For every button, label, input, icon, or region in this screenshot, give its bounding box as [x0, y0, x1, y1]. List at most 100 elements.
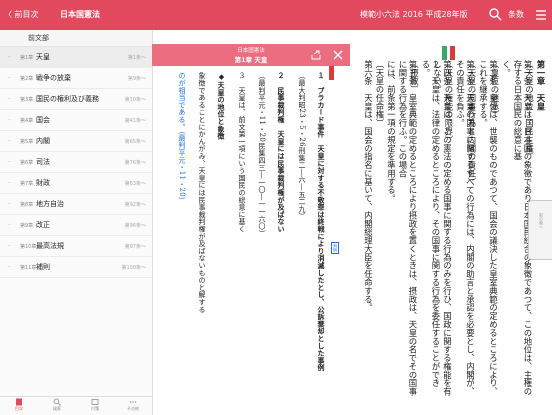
search-icon [53, 398, 61, 406]
sidebar-title: 日本国憲法 [60, 10, 100, 19]
statute-line: ２ 天皇は、法律の定めるところにより、その国事に関する行為を委任することができる… [421, 60, 441, 388]
popup-line[interactable]: のが相当である。（最判平元・11・20） [177, 72, 186, 400]
toc-chapter-name: 国会 [36, 116, 50, 124]
toc-item[interactable]: – 第4章 国会 第41条〜 [0, 110, 152, 131]
dash-icon: – [8, 137, 11, 144]
toc-article-range: 第41条〜 [124, 118, 146, 124]
toc-item[interactable]: – 第7章 財政 第83条〜 [0, 173, 152, 194]
toc-chapter-number: 第9章 [20, 223, 34, 229]
sidebar-header: 〈 前目次 日本国憲法 [0, 0, 152, 30]
book-icon [16, 398, 22, 406]
sticky-note-icon [91, 399, 99, 405]
toc-chapter-name: 戦争の放棄 [36, 74, 71, 82]
main-header: 模範小六法 2016 平成28年版 条数 [152, 0, 552, 30]
toc-article-range: 第65条〜 [124, 139, 146, 145]
popup-line: （最大判昭23・5・26刑集二―六―五二九） [298, 72, 306, 220]
toc-chapter-name: 国民の権利及び義務 [36, 95, 99, 103]
toc-article-range: 第83条〜 [124, 181, 146, 187]
toc-article-range: 第97条〜 [124, 244, 146, 250]
expand-icon[interactable] [310, 49, 322, 61]
toc-chapter-number: 第6章 [20, 160, 34, 166]
popup-line: ３ 天皇は、前文第一項にいう国民の総意に基く [238, 72, 246, 233]
dash-icon: – [8, 158, 11, 165]
toc-chapter-name: 最高法規 [36, 242, 64, 250]
popup-header: 日本国憲法 第1章 天皇 [152, 44, 350, 66]
statute-line: 第三条 天皇の国事に関するすべての行為には、内閣の助言と承認を必要とし、内閣が、… [455, 60, 476, 396]
article-number-button[interactable]: 条数 [508, 9, 524, 20]
toc-chapter-number: 第4章 [20, 118, 34, 124]
menu-list-icon[interactable] [534, 8, 548, 22]
toc-chapter-name: 改正 [36, 221, 50, 229]
toc-item[interactable]: – 第5章 内閣 第65条〜 [0, 131, 152, 152]
popup-line: ２ 民事裁判権 天皇には民事裁判権が及ばない [277, 72, 286, 233]
dash-icon: – [8, 179, 11, 186]
popup-line: ◆天皇の地位と象徴 [217, 72, 226, 140]
toc-article-range: 第92条〜 [124, 202, 146, 208]
statute-line: には、前条第一項の規定を準用する。 [386, 60, 397, 203]
toc-chapter-name: 補則 [36, 263, 50, 271]
dash-icon: – [8, 242, 11, 249]
green-bookmark-flag[interactable] [442, 46, 447, 60]
toc-chapter-name: 司法 [36, 158, 50, 166]
toc-chapter-number: 第3章 [20, 97, 34, 103]
toc-article-range: 第96条〜 [124, 223, 146, 229]
tab-toc[interactable]: 目次 [0, 398, 38, 412]
more-icon [129, 401, 137, 403]
bottom-tab-bar: 目次 検索 付箋 その他 [0, 396, 153, 415]
popup-line: （最判平元・11・20民集四三―一〇―一一六〇） [258, 72, 266, 238]
table-of-contents: 前文部 – 第1章 天皇 第1条〜 – 第2章 戦争の放棄 第9条〜 – 第3章 国民の権利及び義務… [0, 30, 153, 396]
toc-item[interactable]: – 第3章 国民の権利及び義務 第10条〜 [0, 89, 152, 110]
toc-chapter-number: 第10章 [20, 244, 37, 250]
toc-item[interactable]: – 第6章 司法 第76条〜 [0, 152, 152, 173]
dash-icon: – [8, 53, 11, 60]
toc-item[interactable]: – 第9章 改正 第96条〜 [0, 215, 152, 236]
toc-list: – 第1章 天皇 第1条〜 – 第2章 戦争の放棄 第9条〜 – 第3章 国民の権利及び義務 第10条… [0, 47, 152, 278]
toc-article-range: 第76条〜 [124, 160, 146, 166]
dash-icon: – [8, 221, 11, 228]
toc-item[interactable]: – 第11章 補則 第100条〜 [0, 257, 152, 278]
toc-chapter-name: 天皇 [36, 53, 50, 61]
precedent-popup: 判例 １ プラカード事件 天皇に対する不敬罪は終戦により消滅したとし、公訴棄却と… [152, 66, 352, 414]
book-title: 模範小六法 2016 平成28年版 [360, 10, 468, 19]
red-bookmark-flag[interactable] [450, 46, 455, 60]
bookmark-flag[interactable] [329, 66, 334, 80]
toc-item[interactable]: – 第8章 地方自治 第92条〜 [0, 194, 152, 215]
dash-icon: – [8, 74, 11, 81]
back-button[interactable]: 〈 前目次 [4, 9, 39, 20]
toc-article-range: 第9条〜 [127, 76, 146, 82]
tab-search[interactable]: 検索 [38, 398, 76, 412]
close-icon[interactable] [332, 49, 344, 61]
toc-article-range: 第1条〜 [127, 55, 146, 61]
statute-line: 第五条 皇室典範の定めるところにより摂政を置くときは、摂政は、天皇の名でその国事… [398, 60, 418, 396]
toc-item[interactable]: – 第1章 天皇 第1条〜 [0, 47, 152, 68]
statute-line: 第六条 天皇は、国会の指名に基いて、内閣総理大臣を任命する。 [363, 60, 374, 312]
tag-label[interactable]: 判例 [331, 242, 339, 254]
toc-preamble[interactable]: 前文部 [0, 30, 152, 47]
toc-chapter-number: 第8章 [20, 202, 34, 208]
toc-chapter-name: 内閣 [36, 137, 50, 145]
toc-chapter-name: 財政 [36, 179, 50, 187]
statute-line: 第二条 皇位は、世襲のものであつて、国会の議決した皇室典範の定めるところにより、… [478, 60, 499, 396]
statute-page: 第一章 天皇 〔天皇の地位・国民主権〕 第一条 天皇は、日本国の象徴であり日本国民統… [350, 30, 552, 414]
toc-chapter-number: 第1章 [20, 55, 34, 61]
toc-chapter-number: 第2章 [20, 76, 34, 82]
dash-icon: – [8, 95, 11, 102]
toc-item[interactable]: – 第10章 最高法規 第97条〜 [0, 236, 152, 257]
popup-line: 象徴であることにかんがみ、天皇には民事裁判権が及ばないものと解する [198, 72, 206, 313]
prev-chapter-tab[interactable]: 前の章へ [528, 200, 552, 260]
statute-line: く。 [501, 60, 512, 77]
toc-article-range: 第100条〜 [121, 265, 146, 271]
toc-article-range: 第10条〜 [124, 97, 146, 103]
toc-chapter-number: 第5章 [20, 139, 34, 145]
tab-sticky[interactable]: 付箋 [76, 398, 114, 412]
search-icon[interactable] [488, 7, 502, 21]
toc-chapter-name: 地方自治 [36, 200, 64, 208]
tab-more[interactable]: その他 [114, 398, 152, 412]
statute-line: 〔天皇の任命権〕 [375, 60, 385, 128]
dash-icon: – [8, 263, 11, 270]
toc-item[interactable]: – 第2章 戦争の放棄 第9条〜 [0, 68, 152, 89]
toc-chapter-number: 第11章 [20, 265, 37, 271]
toc-chapter-number: 第7章 [20, 181, 34, 187]
popup-line: １ プラカード事件 天皇に対する不敬罪は終戦により消滅したとし、公訴棄却とした事… [317, 72, 326, 372]
dash-icon: – [8, 116, 11, 123]
